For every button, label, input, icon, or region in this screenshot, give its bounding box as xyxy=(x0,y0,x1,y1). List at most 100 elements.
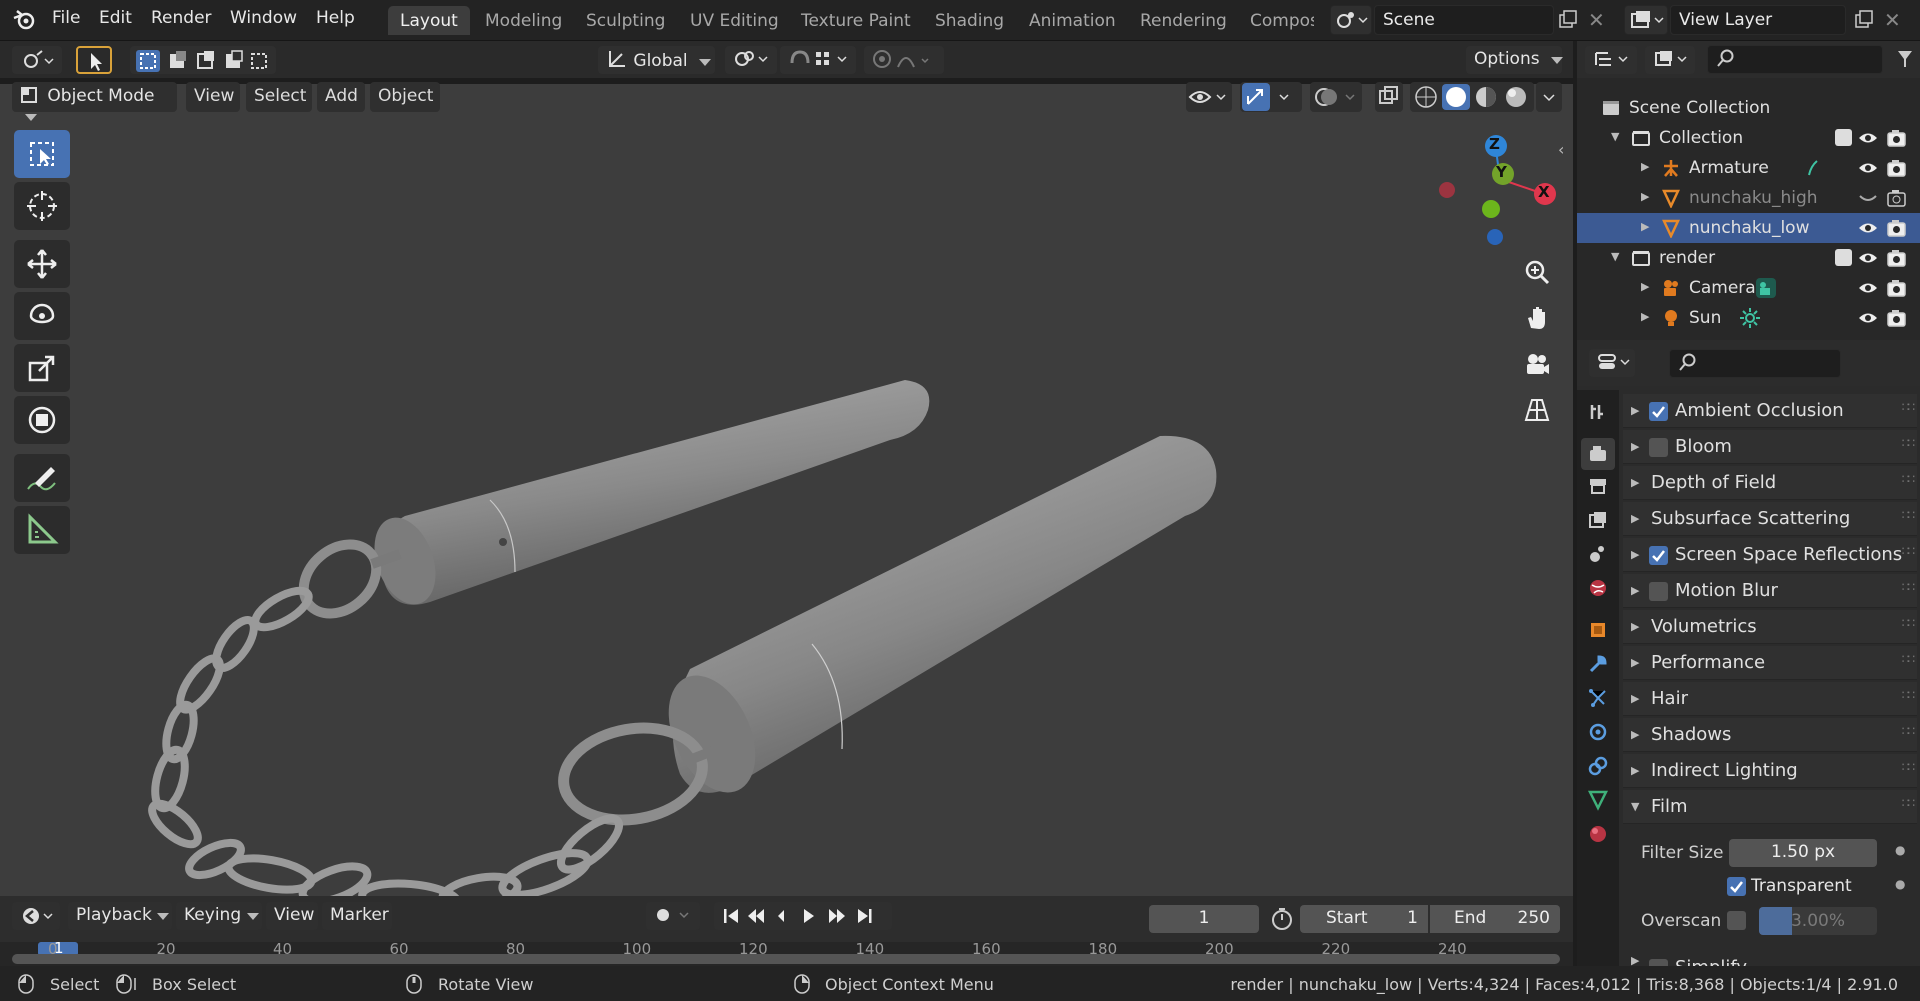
tab-texture-paint[interactable]: Texture Paint xyxy=(789,6,923,35)
overscan-field[interactable]: 3.00% xyxy=(1759,907,1877,935)
shading-options-dropdown[interactable] xyxy=(1536,82,1562,112)
properties-editor-type[interactable] xyxy=(1589,349,1635,377)
tab-shading[interactable]: Shading xyxy=(923,6,1016,35)
panel-indirect-lighting[interactable]: ▶ Indirect Lighting ∷∷ xyxy=(1623,754,1917,788)
panel-depth-of-field[interactable]: ▶ Depth of Field ∷∷ xyxy=(1623,466,1917,500)
tab-animation[interactable]: Animation xyxy=(1017,6,1128,35)
render-camera-icon[interactable] xyxy=(1886,128,1908,148)
expand-arrow-icon[interactable]: ▶ xyxy=(1641,310,1649,323)
drag-handle-icon[interactable]: ∷∷ xyxy=(1902,688,1915,702)
world-properties-icon[interactable] xyxy=(1581,572,1615,604)
overscan-checkbox[interactable] xyxy=(1727,911,1746,930)
panel-volumetrics[interactable]: ▶ Volumetrics ∷∷ xyxy=(1623,610,1917,644)
outliner-editor-type[interactable] xyxy=(1585,46,1637,74)
render-properties-icon[interactable] xyxy=(1581,438,1615,470)
panel-enable-checkbox[interactable] xyxy=(1649,438,1668,457)
visibility-dropdown[interactable] xyxy=(1186,82,1232,112)
keyframe-dot-icon[interactable]: ● xyxy=(1895,877,1905,891)
drag-handle-icon[interactable]: ∷∷ xyxy=(1902,760,1915,774)
start-frame-field[interactable]: Start 1 xyxy=(1300,905,1428,933)
timeline-view-menu[interactable]: View xyxy=(266,902,318,930)
pan-hand-icon[interactable] xyxy=(1517,298,1557,338)
select-box-tool[interactable] xyxy=(14,130,70,178)
drag-handle-icon[interactable]: ∷∷ xyxy=(1902,580,1915,594)
tool-settings-icon[interactable] xyxy=(1581,396,1615,428)
timeline-editor-type[interactable] xyxy=(12,902,60,930)
rotate-tool[interactable] xyxy=(14,292,70,340)
expand-arrow-icon[interactable]: ▶ xyxy=(1641,190,1649,203)
exclude-checkbox[interactable] xyxy=(1835,249,1852,266)
expand-arrow-icon[interactable]: ▶ xyxy=(1641,280,1649,293)
panel-ambient-occlusion[interactable]: ▶ Ambient Occlusion ∷∷ xyxy=(1623,394,1917,428)
annotate-tool[interactable] xyxy=(14,454,70,502)
drag-handle-icon[interactable]: ∷∷ xyxy=(1902,616,1915,630)
expand-arrow-icon[interactable]: ▶ xyxy=(1641,220,1649,233)
pivot-point-dropdown[interactable] xyxy=(725,46,777,74)
panel-enable-checkbox[interactable] xyxy=(1649,402,1668,421)
stopwatch-icon[interactable] xyxy=(1268,905,1296,933)
transform-tool[interactable] xyxy=(14,396,70,444)
tab-layout[interactable]: Layout xyxy=(388,6,470,35)
transparent-checkbox[interactable] xyxy=(1727,877,1746,896)
copy-view-layer-icon[interactable] xyxy=(1852,8,1876,32)
mode-dropdown[interactable]: Object Mode xyxy=(12,82,177,121)
outliner-row-render[interactable]: ▼ render xyxy=(1577,243,1920,273)
outliner-search-input[interactable] xyxy=(1707,45,1883,74)
render-camera-icon[interactable] xyxy=(1886,248,1908,268)
view-menu[interactable]: View xyxy=(186,82,240,112)
outliner-row-nunchaku-low[interactable]: ▶ nunchaku_low xyxy=(1577,213,1920,243)
panel-bloom[interactable]: ▶ Bloom ∷∷ xyxy=(1623,430,1917,464)
outliner-row-camera[interactable]: ▶ Camera xyxy=(1577,273,1920,303)
move-tool[interactable] xyxy=(14,240,70,288)
scene-browse-button[interactable] xyxy=(1330,5,1372,35)
eye-icon[interactable] xyxy=(1857,308,1879,328)
view-layer-browse-button[interactable] xyxy=(1624,5,1668,35)
drag-handle-icon[interactable]: ∷∷ xyxy=(1902,796,1915,810)
properties-search-input[interactable] xyxy=(1669,349,1841,378)
panel-enable-checkbox[interactable] xyxy=(1649,582,1668,601)
menu-window[interactable]: Window xyxy=(230,8,297,28)
object-menu[interactable]: Object xyxy=(370,82,440,112)
close-scene-icon[interactable]: ✕ xyxy=(1588,10,1608,30)
drag-handle-icon[interactable]: ∷∷ xyxy=(1902,472,1915,486)
current-frame-field[interactable]: 1 xyxy=(1149,905,1259,933)
tab-sculpting[interactable]: Sculpting xyxy=(574,6,677,35)
menu-render[interactable]: Render xyxy=(151,8,212,28)
outliner-row-armature[interactable]: ▶ Armature xyxy=(1577,153,1920,183)
frame-ruler[interactable]: 0 20 40 60 80 100 120 140 160 180 200 220 240 1 xyxy=(0,942,1573,966)
eye-icon[interactable] xyxy=(1857,248,1879,268)
menu-edit[interactable]: Edit xyxy=(99,8,132,28)
close-view-layer-icon[interactable]: ✕ xyxy=(1884,10,1904,30)
drag-handle-icon[interactable]: ∷∷ xyxy=(1902,652,1915,666)
panel-shadows[interactable]: ▶ Shadows ∷∷ xyxy=(1623,718,1917,752)
scene-name-field[interactable]: Scene xyxy=(1374,5,1554,35)
tab-compositing[interactable]: Compos xyxy=(1238,6,1314,35)
select-menu[interactable]: Select xyxy=(246,82,312,112)
drag-handle-icon[interactable]: ∷∷ xyxy=(1902,544,1915,558)
outliner-row-nunchaku-high[interactable]: ▶ nunchaku_high xyxy=(1577,183,1920,213)
output-properties-icon[interactable] xyxy=(1581,470,1615,502)
drag-handle-icon[interactable]: ∷∷ xyxy=(1902,400,1915,414)
particles-properties-icon[interactable] xyxy=(1581,682,1615,714)
scene-properties-icon[interactable] xyxy=(1581,538,1615,570)
snap-group[interactable] xyxy=(780,46,856,74)
render-camera-icon[interactable] xyxy=(1886,308,1908,328)
sidebar-toggle-icon[interactable]: ‹ xyxy=(1558,140,1564,159)
data-properties-icon[interactable] xyxy=(1581,784,1615,816)
physics-properties-icon[interactable] xyxy=(1581,716,1615,748)
end-frame-field[interactable]: End 250 xyxy=(1430,905,1560,933)
outliner-row-collection[interactable]: ▼ Collection xyxy=(1577,123,1920,153)
render-camera-icon[interactable] xyxy=(1886,218,1908,238)
playback-menu[interactable]: Playback xyxy=(68,902,172,930)
object-properties-icon[interactable] xyxy=(1581,614,1615,646)
eye-icon[interactable] xyxy=(1857,158,1879,178)
filter-icon[interactable] xyxy=(1895,47,1915,71)
menu-help[interactable]: Help xyxy=(316,8,355,28)
eye-icon[interactable] xyxy=(1857,128,1879,148)
view-layer-field[interactable]: View Layer xyxy=(1670,5,1846,35)
blender-icon[interactable] xyxy=(12,9,36,31)
eye-icon[interactable] xyxy=(1857,218,1879,238)
tab-rendering[interactable]: Rendering xyxy=(1128,6,1239,35)
perspective-toggle-icon[interactable] xyxy=(1517,390,1557,430)
measure-tool[interactable] xyxy=(14,506,70,554)
